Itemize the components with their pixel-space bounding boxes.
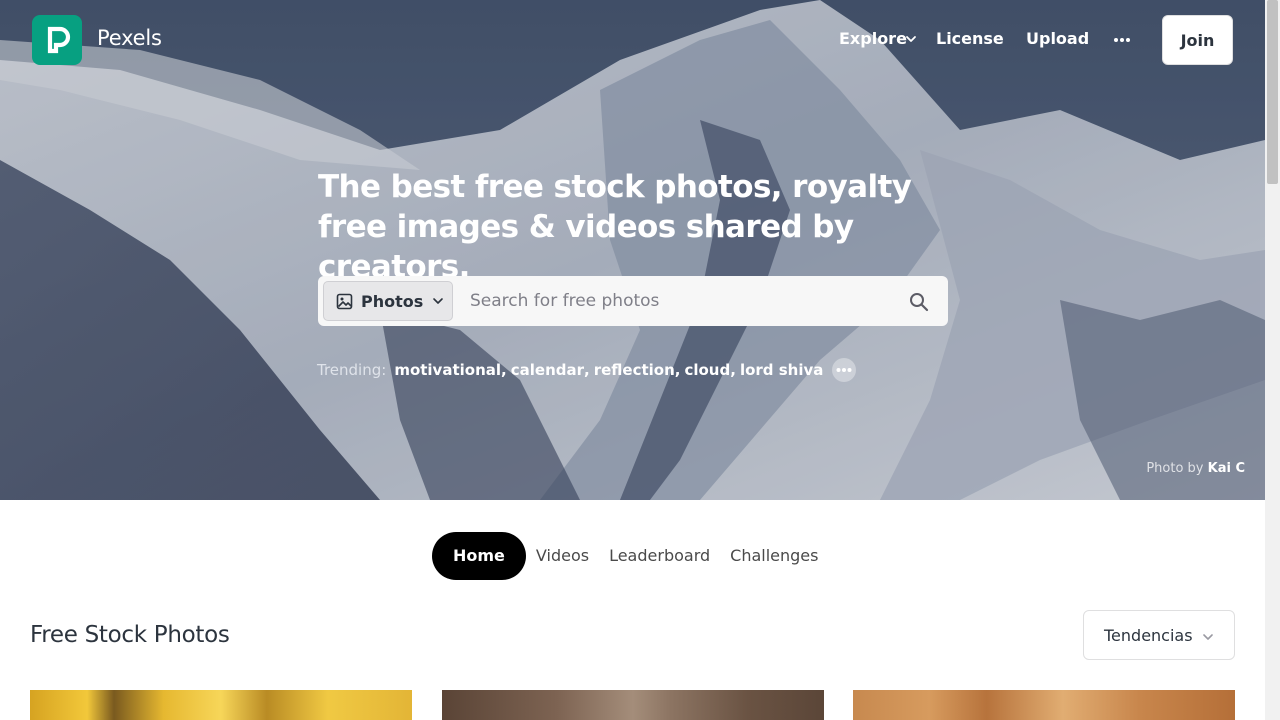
section-tabs: Home Videos Leaderboard Challenges xyxy=(432,532,828,580)
trending-label: Trending: xyxy=(317,361,387,379)
trending-item[interactable]: reflection xyxy=(594,361,675,379)
tab-leaderboard[interactable]: Leaderboard xyxy=(599,532,720,580)
hero-section: Pexels Explore License Upload Join The b… xyxy=(0,0,1265,500)
photo-card[interactable] xyxy=(30,690,412,720)
chevron-down-icon xyxy=(433,298,444,304)
page-scrollbar[interactable] xyxy=(1265,0,1280,720)
trending-item[interactable]: motivational xyxy=(394,361,501,379)
pexels-logo-icon xyxy=(47,26,71,54)
more-options-icon[interactable] xyxy=(1112,30,1132,50)
top-nav: Pexels Explore License Upload Join xyxy=(0,0,1265,80)
sort-dropdown[interactable]: Tendencias xyxy=(1083,610,1235,660)
photo-card[interactable] xyxy=(853,690,1235,720)
nav-upload[interactable]: Upload xyxy=(1026,29,1089,48)
search-type-dropdown[interactable]: Photos xyxy=(323,281,453,321)
search-input[interactable] xyxy=(468,284,888,318)
trending-item[interactable]: lord shiva xyxy=(740,361,823,379)
hero-headline: The best free stock photos, royalty free… xyxy=(318,169,912,285)
trending-item[interactable]: calendar xyxy=(511,361,584,379)
section-title: Free Stock Photos xyxy=(30,622,230,648)
scrollbar-thumb[interactable] xyxy=(1267,0,1278,184)
tab-challenges[interactable]: Challenges xyxy=(720,532,828,580)
nav-license[interactable]: License xyxy=(936,29,1004,48)
photo-credit-prefix: Photo by xyxy=(1146,461,1204,476)
join-button[interactable]: Join xyxy=(1162,15,1233,65)
tab-videos[interactable]: Videos xyxy=(526,532,599,580)
brand-name[interactable]: Pexels xyxy=(97,26,162,50)
chevron-down-icon[interactable] xyxy=(905,33,917,45)
photo-credit-author[interactable]: Kai C xyxy=(1208,461,1245,476)
photo-credit: Photo by Kai C xyxy=(1146,461,1245,476)
tab-home[interactable]: Home xyxy=(432,532,526,580)
trending-item[interactable]: cloud xyxy=(684,361,730,379)
search-type-label: Photos xyxy=(361,291,424,311)
photo-card[interactable] xyxy=(442,690,824,720)
pexels-logo[interactable] xyxy=(32,15,82,65)
more-dots-icon xyxy=(836,368,852,372)
trending-row: Trending: motivational, calendar, reflec… xyxy=(317,358,857,382)
search-bar: Photos xyxy=(318,276,948,326)
trending-more-button[interactable] xyxy=(832,358,857,382)
image-icon xyxy=(336,293,353,309)
sort-label: Tendencias xyxy=(1104,625,1193,645)
search-icon[interactable] xyxy=(909,292,929,312)
chevron-down-icon xyxy=(1203,634,1213,640)
nav-explore[interactable]: Explore xyxy=(839,29,907,48)
